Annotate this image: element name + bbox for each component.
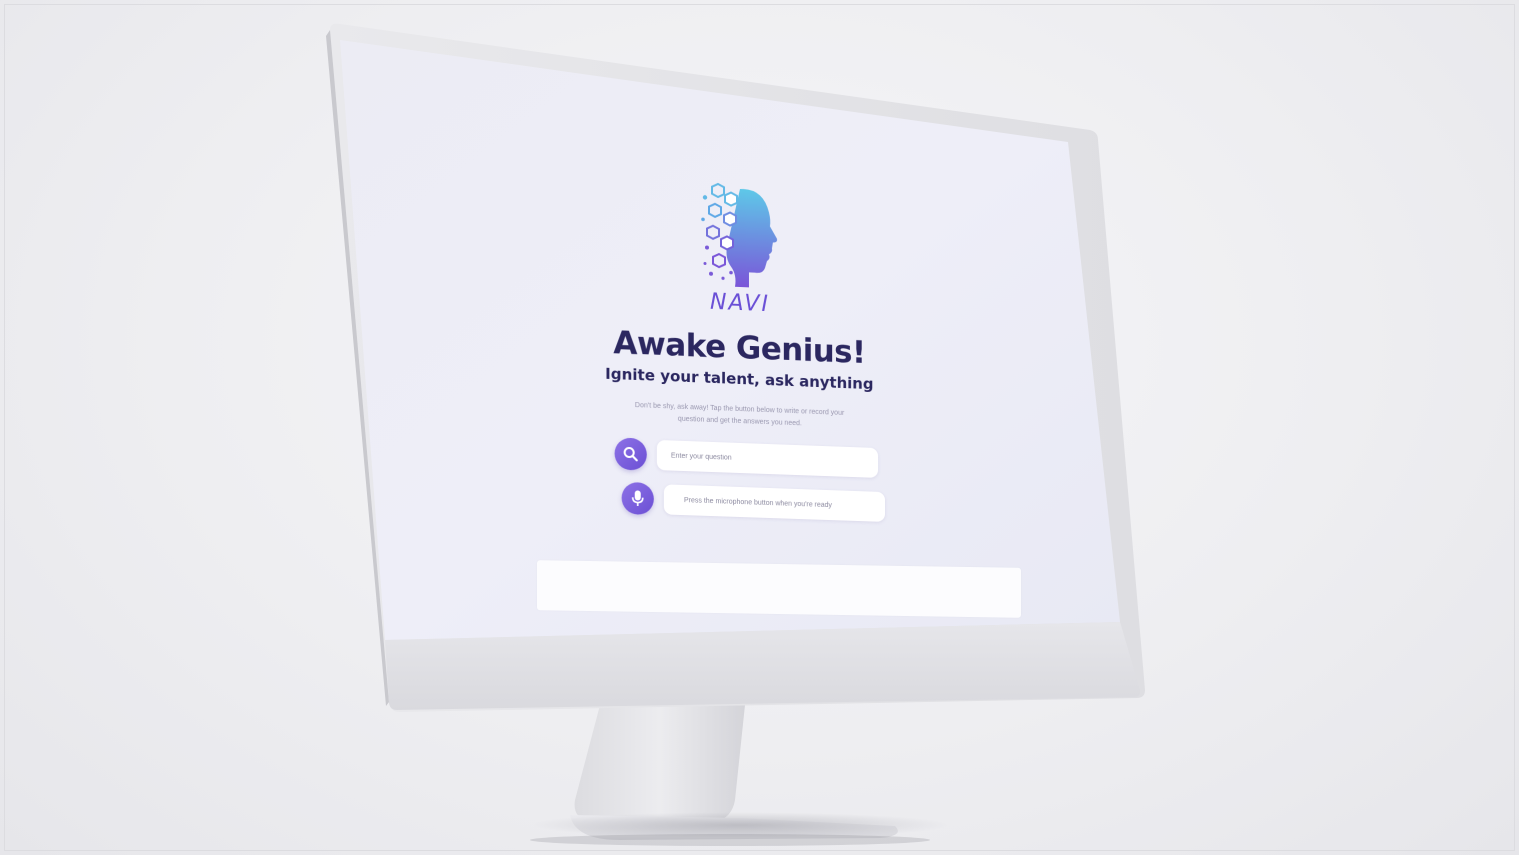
search-button[interactable] xyxy=(614,437,647,471)
app-screen: NAVI Awake Genius! Ignite your talent, a… xyxy=(559,167,919,621)
microphone-button[interactable] xyxy=(621,481,654,516)
question-input[interactable] xyxy=(656,439,879,478)
voice-hint: Press the microphone button when you're … xyxy=(663,484,886,522)
voice-row: Press the microphone button when you're … xyxy=(621,481,919,524)
stand-shadow xyxy=(530,812,950,838)
intro-description: Don't be shy, ask away! Tap the button b… xyxy=(634,402,845,428)
mockup-scene: NAVI Awake Genius! Ignite your talent, a… xyxy=(0,0,1519,855)
search-row xyxy=(614,437,919,480)
microphone-icon xyxy=(630,490,646,508)
search-icon xyxy=(623,446,639,463)
navi-logo-icon xyxy=(701,182,778,289)
